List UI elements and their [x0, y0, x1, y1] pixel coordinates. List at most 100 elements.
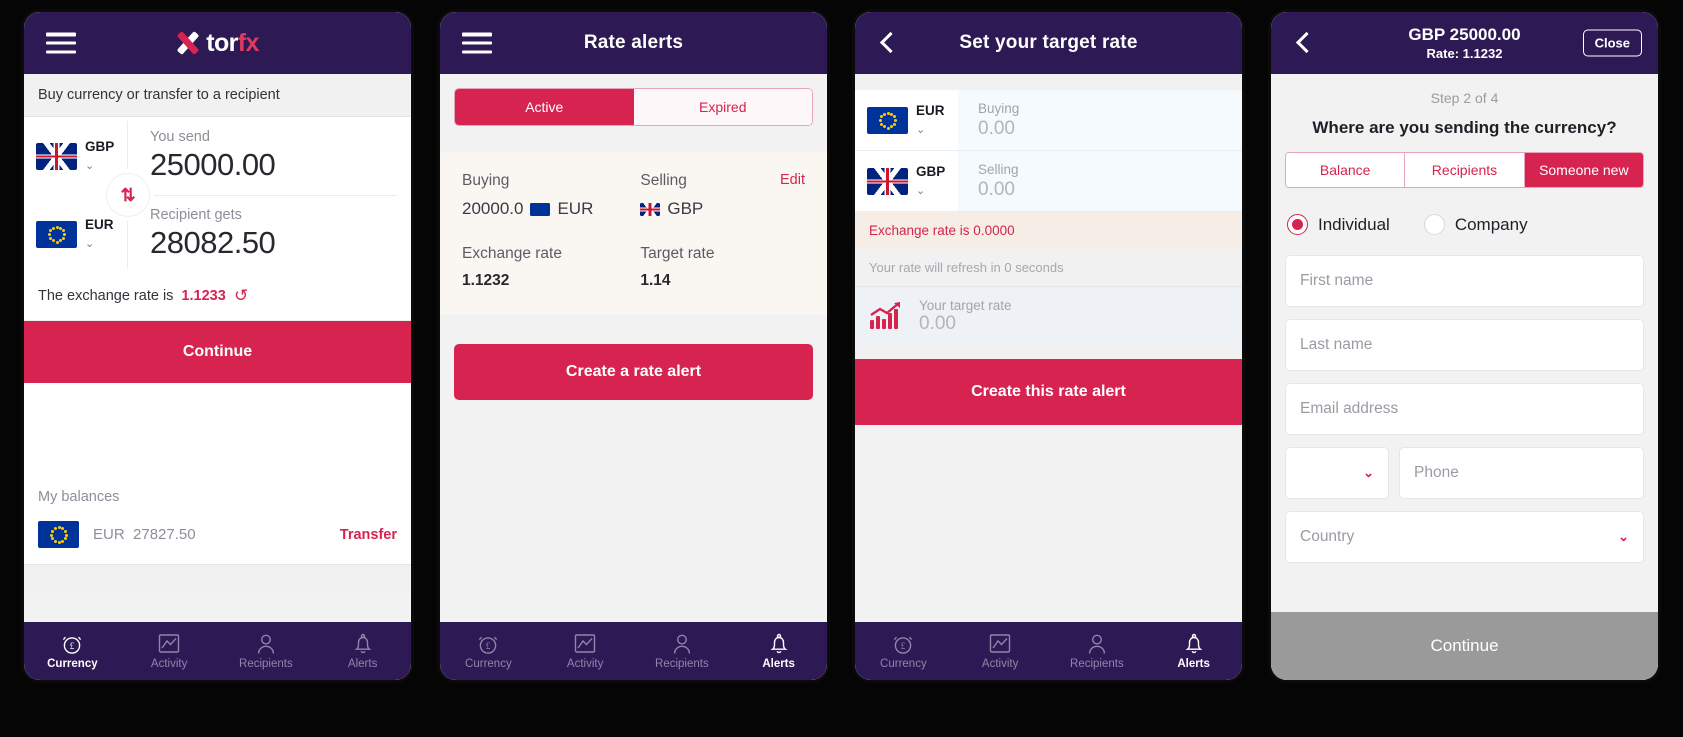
- tab-active[interactable]: Active: [455, 89, 634, 125]
- tab-someone-new[interactable]: Someone new: [1524, 153, 1643, 187]
- back-icon[interactable]: [877, 32, 899, 54]
- nav-item-label: Activity: [981, 657, 1019, 670]
- edit-link[interactable]: Edit: [780, 172, 805, 188]
- nav-item-currency[interactable]: £ Currency: [24, 633, 121, 670]
- phone-frame-rate-alerts: Rate alerts Active Expired Buying Sellin…: [440, 12, 827, 680]
- balances-title: My balances: [24, 475, 411, 509]
- buying-currency-selector[interactable]: EUR ⌄: [855, 90, 958, 150]
- nav-item-activity[interactable]: Activity: [121, 633, 218, 670]
- target-rate-value: 1.14: [640, 272, 671, 289]
- tab-recipients[interactable]: Recipients: [1405, 153, 1525, 187]
- nav-item-label: Currency: [880, 657, 927, 670]
- app-header: torfx: [24, 12, 411, 74]
- balance-row: EUR 27827.50 Transfer: [24, 509, 411, 564]
- nav-item-label: Recipients: [1070, 657, 1124, 670]
- rate-chart-icon: [869, 301, 903, 331]
- form-question: Where are you sending the currency?: [1271, 106, 1658, 152]
- person-icon: [254, 633, 278, 655]
- receive-row: EUR ⌄ Recipient gets 28082.50: [24, 195, 411, 273]
- bottom-nav: £ Currency Activity Recipients Alerts: [440, 622, 827, 680]
- chart-frame-icon: [157, 633, 181, 655]
- nav-item-label: Currency: [465, 657, 512, 670]
- selling-amount[interactable]: 0.00: [978, 179, 1242, 201]
- chevron-down-icon: ⌄: [1363, 465, 1374, 480]
- step-indicator: Step 2 of 4: [1271, 74, 1658, 106]
- nav-item-recipients[interactable]: Recipients: [1049, 633, 1146, 670]
- logo-text-fx: fx: [237, 28, 260, 57]
- country-value: Country: [1300, 528, 1355, 545]
- buying-currency: EUR: [557, 199, 594, 218]
- page-subtitle: Buy currency or transfer to a recipient: [24, 74, 411, 117]
- menu-icon[interactable]: [462, 32, 492, 54]
- alerts-tabs: Active Expired: [454, 88, 813, 126]
- balance-currency: EUR: [93, 526, 125, 543]
- svg-text:£: £: [70, 641, 75, 651]
- transfer-link[interactable]: Transfer: [340, 527, 397, 543]
- nav-item-recipients[interactable]: Recipients: [218, 633, 315, 670]
- create-rate-alert-button[interactable]: Create a rate alert: [454, 344, 813, 400]
- bottom-nav: £ Currency Activity Recipients Alerts: [24, 622, 411, 680]
- nav-item-label: Activity: [566, 657, 604, 670]
- nav-item-label: Recipients: [239, 657, 293, 670]
- first-name-input[interactable]: First name: [1285, 255, 1644, 307]
- nav-item-label: Alerts: [1177, 657, 1210, 670]
- balance-amount: 27827.50: [133, 526, 196, 543]
- radio-company[interactable]: Company: [1423, 214, 1528, 235]
- bottom-nav: £ Currency Activity Recipients Alerts: [855, 622, 1242, 680]
- rate-alert-card[interactable]: Buying Selling Edit 20000.0 EUR GBP Exch…: [440, 152, 827, 314]
- nav-item-recipients[interactable]: Recipients: [634, 633, 731, 670]
- page-title: Set your target rate: [959, 32, 1138, 53]
- alarm-pound-icon: £: [891, 633, 915, 655]
- nav-item-activity[interactable]: Activity: [952, 633, 1049, 670]
- receive-currency-code: EUR: [85, 217, 114, 232]
- nav-item-alerts[interactable]: Alerts: [314, 633, 411, 670]
- target-rate-row[interactable]: Your target rate 0.00: [855, 287, 1242, 345]
- tab-expired[interactable]: Expired: [633, 89, 812, 125]
- receive-label: Recipient gets: [150, 207, 242, 223]
- create-this-rate-alert-button[interactable]: Create this rate alert: [855, 359, 1242, 425]
- refresh-icon[interactable]: ↻: [234, 286, 248, 306]
- chart-frame-icon: [988, 633, 1012, 655]
- phone-frame-target-rate: Set your target rate EUR ⌄ Buying 0.00 G…: [855, 12, 1242, 680]
- app-header: GBP 25000.00 Rate: 1.1232 Close: [1271, 12, 1658, 74]
- nav-item-activity[interactable]: Activity: [537, 633, 634, 670]
- exchange-rate-line: The exchange rate is 1.1233 ↻: [24, 273, 411, 321]
- phone-input[interactable]: Phone: [1399, 447, 1644, 499]
- send-amount[interactable]: 25000.00: [150, 147, 411, 183]
- nav-item-currency[interactable]: £ Currency: [855, 633, 952, 670]
- continue-button[interactable]: Continue: [24, 321, 411, 383]
- exchange-rate-error: Exchange rate is 0.0000: [855, 212, 1242, 249]
- rate-refresh-note: Your rate will refresh in 0 seconds: [855, 249, 1242, 287]
- receive-amount[interactable]: 28082.50: [150, 225, 411, 261]
- alarm-pound-icon: £: [476, 633, 500, 655]
- dial-code-select[interactable]: ⌄: [1285, 447, 1389, 499]
- target-rate-value[interactable]: 0.00: [919, 313, 1012, 335]
- close-button[interactable]: Close: [1582, 29, 1642, 57]
- menu-icon[interactable]: [46, 32, 76, 54]
- buying-label: Buying: [978, 101, 1020, 117]
- nav-item-alerts[interactable]: Alerts: [730, 633, 827, 670]
- country-select[interactable]: Country ⌄: [1285, 511, 1644, 563]
- buying-amount[interactable]: 0.00: [978, 118, 1242, 140]
- target-rate-label: Your target rate: [919, 297, 1012, 313]
- phone-frame-recipient-form: GBP 25000.00 Rate: 1.1232 Close Step 2 o…: [1271, 12, 1658, 680]
- buying-label: Buying: [462, 172, 510, 189]
- swap-currencies-button[interactable]: ⇅: [106, 173, 150, 217]
- receive-currency-selector[interactable]: EUR ⌄: [24, 216, 127, 252]
- tab-balance[interactable]: Balance: [1286, 153, 1406, 187]
- selling-label: Selling: [978, 162, 1019, 178]
- nav-item-alerts[interactable]: Alerts: [1145, 633, 1242, 670]
- bell-icon: [351, 633, 375, 655]
- amount-panel: GBP ⌄ You send 25000.00 ⇅ EUR ⌄ Recipien…: [24, 117, 411, 273]
- exchange-rate-value: 1.1233: [181, 288, 226, 304]
- nav-item-currency[interactable]: £ Currency: [440, 633, 537, 670]
- email-input[interactable]: Email address: [1285, 383, 1644, 435]
- last-name-input[interactable]: Last name: [1285, 319, 1644, 371]
- back-icon[interactable]: [1293, 32, 1315, 54]
- selling-currency-selector[interactable]: GBP ⌄: [855, 151, 958, 211]
- radio-individual[interactable]: Individual: [1287, 214, 1390, 235]
- send-currency-selector[interactable]: GBP ⌄: [24, 138, 127, 174]
- target-rate-label: Target rate: [640, 245, 715, 262]
- continue-button[interactable]: Continue: [1271, 612, 1658, 680]
- amount-divider: [149, 195, 397, 196]
